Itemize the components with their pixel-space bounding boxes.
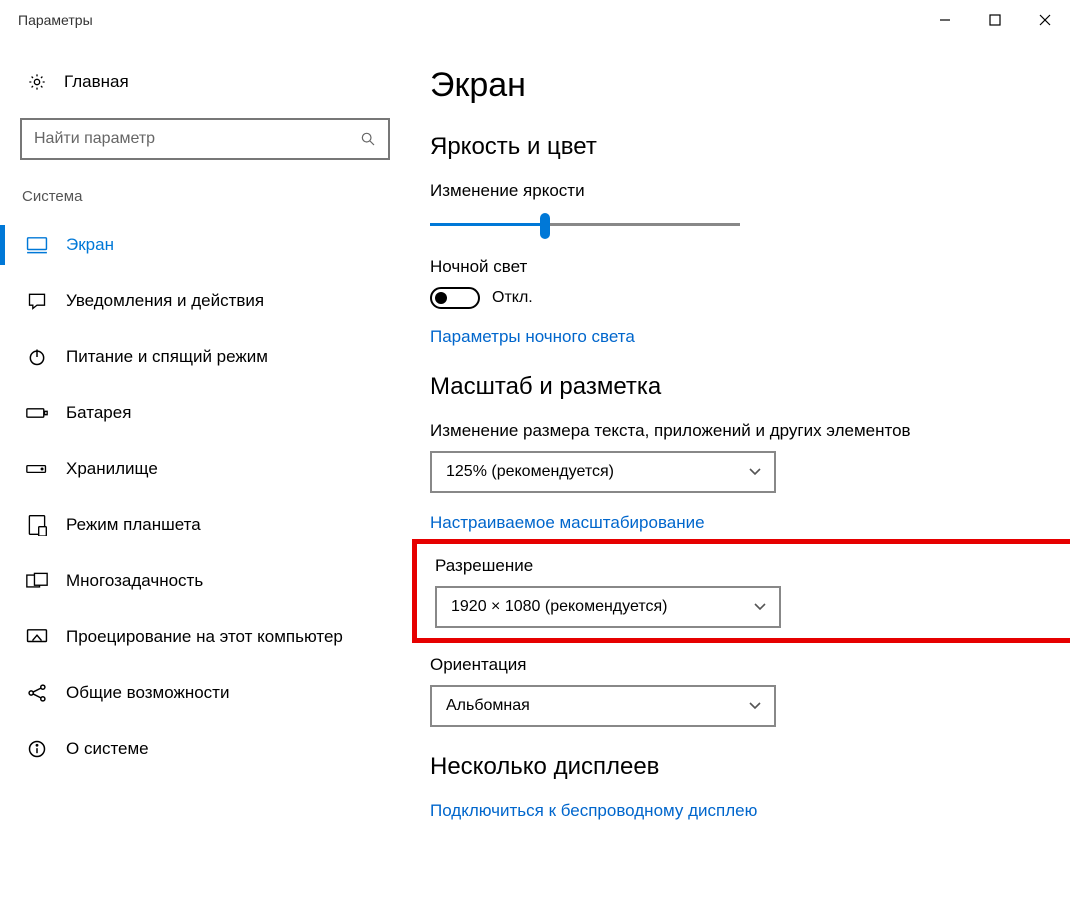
night-light-label: Ночной свет <box>430 257 1070 277</box>
tablet-icon <box>24 514 50 536</box>
maximize-button[interactable] <box>970 0 1020 40</box>
scale-select[interactable]: 125% (рекомендуется) <box>430 451 776 493</box>
home-link[interactable]: Главная <box>14 60 404 104</box>
window-controls <box>920 0 1070 40</box>
sidebar-item-multitasking[interactable]: Многозадачность <box>14 553 404 609</box>
sidebar-item-label: Многозадачность <box>66 571 203 591</box>
slider-thumb[interactable] <box>540 213 550 239</box>
toggle-state-label: Откл. <box>492 289 533 307</box>
projecting-icon <box>24 628 50 646</box>
monitor-icon <box>24 236 50 254</box>
search-box[interactable] <box>20 118 390 160</box>
wireless-display-link[interactable]: Подключиться к беспроводному дисплею <box>430 801 1070 821</box>
sidebar-item-label: Экран <box>66 235 114 255</box>
sidebar-item-tablet[interactable]: Режим планшета <box>14 497 404 553</box>
chevron-down-icon <box>748 701 762 711</box>
storage-icon <box>24 462 50 476</box>
sidebar-item-shared[interactable]: Общие возможности <box>14 665 404 721</box>
sidebar-item-about[interactable]: О системе <box>14 721 404 777</box>
custom-scaling-link[interactable]: Настраиваемое масштабирование <box>430 513 1070 533</box>
category-label: Система <box>22 188 404 205</box>
search-input[interactable] <box>34 130 360 148</box>
brightness-label: Изменение яркости <box>430 181 1070 201</box>
power-icon <box>24 347 50 367</box>
window-title: Параметры <box>18 12 93 28</box>
sidebar-item-notifications[interactable]: Уведомления и действия <box>14 273 404 329</box>
chevron-down-icon <box>748 467 762 477</box>
sidebar-item-label: Питание и спящий режим <box>66 347 268 367</box>
orientation-value: Альбомная <box>446 697 530 715</box>
search-icon <box>360 131 376 147</box>
sidebar-item-label: Общие возможности <box>66 683 229 703</box>
orientation-label: Ориентация <box>430 655 1070 675</box>
sidebar-item-label: Батарея <box>66 403 131 423</box>
minimize-button[interactable] <box>920 0 970 40</box>
titlebar: Параметры <box>0 0 1070 40</box>
night-light-toggle[interactable] <box>430 287 480 309</box>
section-multi-heading: Несколько дисплеев <box>430 753 1070 781</box>
sidebar-item-label: Проецирование на этот компьютер <box>66 627 343 647</box>
info-icon <box>24 739 50 759</box>
gear-icon <box>24 72 50 92</box>
resolution-label: Разрешение <box>435 556 842 576</box>
sidebar-item-projecting[interactable]: Проецирование на этот компьютер <box>14 609 404 665</box>
sidebar-item-display[interactable]: Экран <box>14 217 404 273</box>
page-heading: Экран <box>430 66 1070 105</box>
annotation-highlight: Разрешение 1920 × 1080 (рекомендуется) <box>412 539 1070 643</box>
scale-value: 125% (рекомендуется) <box>446 463 614 481</box>
sidebar-item-label: Уведомления и действия <box>66 291 264 311</box>
night-light-settings-link[interactable]: Параметры ночного света <box>430 327 1070 347</box>
speech-bubble-icon <box>24 291 50 311</box>
scale-label: Изменение размера текста, приложений и д… <box>430 421 1070 441</box>
resolution-value: 1920 × 1080 (рекомендуется) <box>451 598 667 616</box>
sidebar-item-battery[interactable]: Батарея <box>14 385 404 441</box>
sidebar: Главная Система Экран Уведомления и дейс… <box>14 60 404 910</box>
brightness-slider[interactable] <box>430 211 740 239</box>
orientation-select[interactable]: Альбомная <box>430 685 776 727</box>
main-panel: Экран Яркость и цвет Изменение яркости Н… <box>404 60 1070 910</box>
section-scale-heading: Масштаб и разметка <box>430 373 1070 401</box>
resolution-select[interactable]: 1920 × 1080 (рекомендуется) <box>435 586 781 628</box>
sidebar-item-power[interactable]: Питание и спящий режим <box>14 329 404 385</box>
battery-icon <box>24 406 50 420</box>
sidebar-item-label: Режим планшета <box>66 515 201 535</box>
close-button[interactable] <box>1020 0 1070 40</box>
home-label: Главная <box>64 72 129 92</box>
toggle-knob <box>435 292 447 304</box>
section-brightness-heading: Яркость и цвет <box>430 133 1070 161</box>
sidebar-item-storage[interactable]: Хранилище <box>14 441 404 497</box>
multitasking-icon <box>24 572 50 590</box>
slider-fill <box>430 223 545 226</box>
chevron-down-icon <box>753 602 767 612</box>
sidebar-item-label: Хранилище <box>66 459 158 479</box>
sidebar-item-label: О системе <box>66 739 149 759</box>
share-icon <box>24 683 50 703</box>
